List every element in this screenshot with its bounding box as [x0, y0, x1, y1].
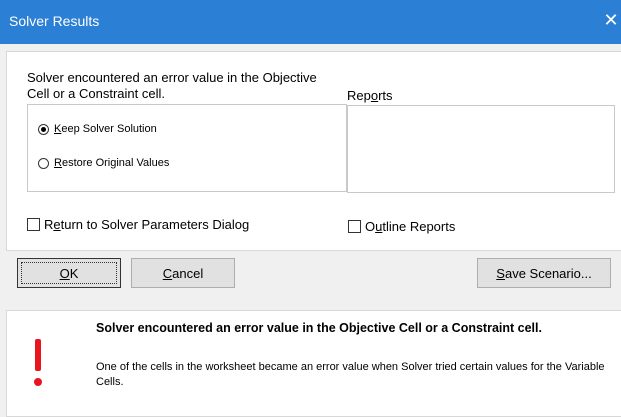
- outline-reports-option[interactable]: Outline Reports: [348, 218, 455, 234]
- dialog-body: Solver encountered an error value in the…: [0, 44, 621, 417]
- ok-button[interactable]: OK: [17, 258, 121, 288]
- save-scenario-button-label: Save Scenario...: [496, 265, 592, 281]
- cancel-button-label: Cancel: [162, 265, 204, 281]
- keep-solver-solution-radio[interactable]: [38, 123, 49, 135]
- keep-solver-solution-option[interactable]: Keep Solver Solution: [38, 121, 157, 137]
- save-scenario-button[interactable]: Save Scenario...: [477, 258, 611, 288]
- status-message-line1: Solver encountered an error value in the…: [27, 70, 317, 85]
- outline-reports-label: Outline Reports: [365, 218, 456, 234]
- info-title: Solver encountered an error value in the…: [96, 321, 542, 335]
- title-bar: Solver Results ✕: [0, 0, 621, 44]
- outline-reports-checkbox[interactable]: [348, 219, 361, 233]
- cancel-button[interactable]: Cancel: [131, 258, 235, 288]
- keep-solver-solution-label: Keep Solver Solution: [54, 123, 157, 135]
- close-icon[interactable]: ✕: [601, 10, 621, 32]
- ok-button-focus-rect: [21, 262, 117, 284]
- reports-label: Reports: [347, 88, 393, 103]
- info-body: One of the cells in the worksheet became…: [96, 361, 605, 388]
- reports-listbox[interactable]: [347, 105, 615, 193]
- status-message: Solver encountered an error value in the…: [27, 70, 357, 102]
- return-to-solver-parameters-option[interactable]: Return to Solver Parameters Dialog: [27, 216, 249, 232]
- restore-original-values-label: Restore Original Values: [54, 157, 170, 169]
- solution-options-group: Keep Solver Solution Restore Original Va…: [27, 104, 347, 192]
- exclamation-icon: [34, 339, 42, 386]
- results-panel: Solver encountered an error value in the…: [6, 51, 621, 251]
- restore-original-values-radio[interactable]: [38, 157, 49, 169]
- restore-original-values-option[interactable]: Restore Original Values: [38, 155, 169, 171]
- info-panel: Solver encountered an error value in the…: [6, 310, 621, 417]
- return-to-solver-parameters-checkbox[interactable]: [27, 217, 40, 231]
- status-message-line2: Cell or a Constraint cell.: [27, 86, 165, 101]
- return-to-solver-parameters-label: Return to Solver Parameters Dialog: [44, 216, 250, 232]
- window-title: Solver Results: [9, 13, 100, 29]
